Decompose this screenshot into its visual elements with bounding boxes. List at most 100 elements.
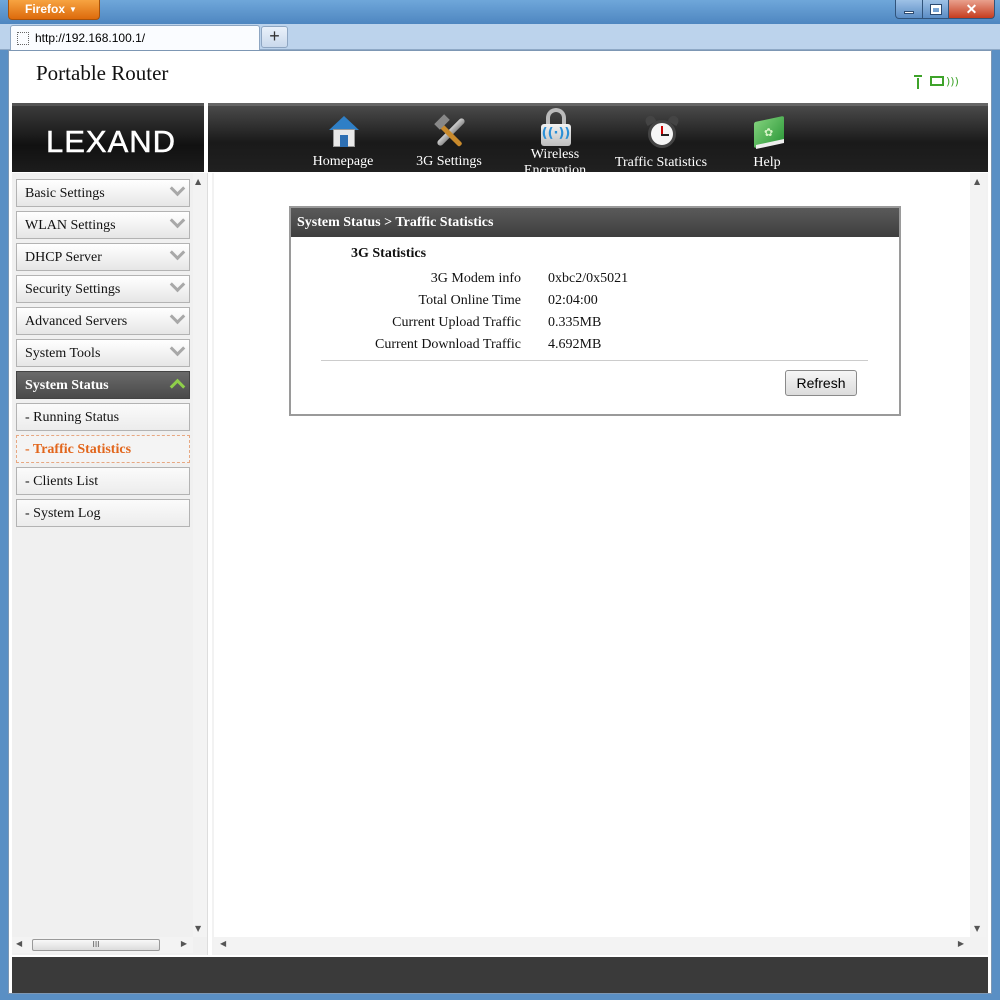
content-horizontal-scrollbar[interactable]: ◀ ▶: [214, 937, 970, 953]
logo-text: LEXAND: [46, 124, 177, 160]
nav-help[interactable]: ✿ Help: [712, 108, 822, 172]
minimize-button[interactable]: [895, 0, 923, 19]
stat-label: 3G Modem info: [430, 271, 521, 286]
main-content: System Status > Traffic Statistics 3G St…: [212, 173, 988, 955]
scroll-down-icon[interactable]: ▼: [195, 924, 201, 933]
stat-row-upload-traffic: Current Upload Traffic 0.335MB: [291, 315, 899, 335]
scroll-left-icon[interactable]: ◀: [220, 939, 226, 948]
page-viewport: Portable Router ))) LEXAND Homepage 3G S…: [8, 50, 992, 994]
lock-wifi-icon: ((·)): [539, 108, 573, 146]
firefox-menu-button[interactable]: Firefox ▼: [8, 0, 100, 20]
sidebar-item-label: - Clients List: [25, 474, 99, 489]
chevron-down-icon: [171, 346, 183, 358]
nav-wireless-encryption[interactable]: ((·)) Wireless Encryption: [500, 108, 610, 172]
main-menu: Homepage 3G Settings ((·)) Wireless Encr…: [208, 103, 988, 172]
close-window-button[interactable]: ✕: [949, 0, 995, 19]
sidebar-item-label: - System Log: [25, 506, 101, 521]
new-tab-button[interactable]: +: [261, 26, 288, 48]
sidebar-item-label: Basic Settings: [25, 186, 105, 201]
stat-value: 0xbc2/0x5021: [548, 271, 629, 286]
sidebar-item-label: - Running Status: [25, 410, 120, 425]
stat-row-download-traffic: Current Download Traffic 4.692MB: [291, 337, 899, 357]
page-title: Portable Router: [36, 61, 169, 85]
page-icon: [17, 32, 29, 45]
scroll-right-icon[interactable]: ▶: [958, 939, 964, 948]
sidebar-item-label: System Status: [25, 378, 109, 393]
sidebar-vertical-scrollbar[interactable]: ▲ ▼: [193, 173, 207, 937]
divider: [321, 360, 868, 361]
firefox-menu-label: Firefox: [25, 2, 66, 16]
sidebar-item-dhcp-server[interactable]: DHCP Server: [16, 243, 190, 271]
nav-label: 3G Settings: [416, 154, 482, 169]
nav-3g-settings[interactable]: 3G Settings: [394, 108, 504, 172]
site-header: Portable Router ))): [9, 51, 991, 103]
sidebar-item-security-settings[interactable]: Security Settings: [16, 275, 190, 303]
sidebar-item-label: - Traffic Statistics: [25, 442, 132, 457]
house-icon: [327, 116, 361, 150]
nav-label: Homepage: [312, 154, 374, 169]
sidebar-subitem-system-log[interactable]: - System Log: [16, 499, 190, 527]
stat-value: 0.335MB: [548, 315, 602, 330]
wifi-device-icon: ))): [930, 75, 959, 89]
maximize-button[interactable]: [923, 0, 949, 19]
scroll-up-icon[interactable]: ▲: [974, 177, 980, 186]
close-icon: ✕: [965, 0, 978, 17]
window-titlebar: Firefox ▼ ✕: [0, 0, 1000, 24]
chevron-down-icon: [171, 314, 183, 326]
sidebar-subitem-clients-list[interactable]: - Clients List: [16, 467, 190, 495]
scroll-left-icon[interactable]: ◀: [16, 939, 22, 948]
sidebar-item-system-tools[interactable]: System Tools: [16, 339, 190, 367]
signal-antenna-icon: [914, 75, 922, 89]
sidebar-item-label: DHCP Server: [25, 250, 102, 265]
panel-heading: System Status > Traffic Statistics: [291, 208, 899, 237]
nav-label: Traffic Statistics: [614, 155, 708, 170]
dropdown-arrow-icon: ▼: [69, 5, 77, 14]
tab-strip: http://192.168.100.1/ +: [0, 24, 1000, 50]
sidebar-subitem-running-status[interactable]: - Running Status: [16, 403, 190, 431]
sidebar-item-label: Security Settings: [25, 282, 121, 297]
status-indicators: ))): [914, 75, 959, 89]
scroll-right-icon[interactable]: ▶: [181, 939, 187, 948]
maximize-icon: [929, 3, 942, 15]
stat-label: Current Download Traffic: [375, 337, 521, 352]
chevron-down-icon: [171, 250, 183, 262]
scroll-down-icon[interactable]: ▼: [974, 924, 980, 933]
chevron-up-icon: [171, 378, 183, 390]
chevron-down-icon: [171, 282, 183, 294]
browser-tab[interactable]: http://192.168.100.1/: [10, 25, 260, 50]
brand-logo: LEXAND: [12, 103, 204, 172]
sidebar-item-system-status[interactable]: System Status: [16, 371, 190, 399]
tools-icon: [433, 114, 467, 150]
page-footer: [12, 957, 988, 993]
nav-homepage[interactable]: Homepage: [288, 108, 398, 172]
content-vertical-scrollbar[interactable]: ▲ ▼: [970, 173, 986, 937]
nav-label: Help: [753, 155, 781, 170]
plus-icon: +: [269, 26, 280, 46]
tab-title: http://192.168.100.1/: [35, 31, 146, 45]
sidebar-item-basic-settings[interactable]: Basic Settings: [16, 179, 190, 207]
nav-label: Wireless Encryption: [523, 147, 587, 172]
sidebar-item-wlan-settings[interactable]: WLAN Settings: [16, 211, 190, 239]
traffic-statistics-panel: System Status > Traffic Statistics 3G St…: [289, 206, 901, 416]
content-area: System Status > Traffic Statistics 3G St…: [214, 173, 970, 937]
nav-traffic-statistics[interactable]: Traffic Statistics: [606, 108, 716, 172]
sidebar: Basic Settings WLAN Settings DHCP Server…: [12, 173, 208, 955]
stat-value: 02:04:00: [548, 293, 598, 308]
top-navigation: LEXAND Homepage 3G Settings ((·)) Wirele…: [12, 103, 988, 172]
sidebar-item-advanced-servers[interactable]: Advanced Servers: [16, 307, 190, 335]
sidebar-item-label: WLAN Settings: [25, 218, 116, 233]
sidebar-subitem-traffic-statistics[interactable]: - Traffic Statistics: [16, 435, 190, 463]
stat-label: Total Online Time: [418, 293, 521, 308]
alarm-clock-icon: [643, 114, 681, 150]
sidebar-item-label: Advanced Servers: [25, 314, 128, 329]
section-title: 3G Statistics: [351, 246, 427, 261]
chevron-down-icon: [171, 186, 183, 198]
window-controls: ✕: [895, 0, 995, 19]
stat-row-modem-info: 3G Modem info 0xbc2/0x5021: [291, 271, 899, 291]
scroll-thumb[interactable]: III: [32, 939, 160, 951]
scroll-up-icon[interactable]: ▲: [195, 177, 201, 186]
sidebar-horizontal-scrollbar[interactable]: ◀ III ▶: [12, 937, 193, 953]
book-icon: ✿: [751, 115, 785, 150]
refresh-button[interactable]: Refresh: [785, 370, 857, 396]
chevron-down-icon: [171, 218, 183, 230]
